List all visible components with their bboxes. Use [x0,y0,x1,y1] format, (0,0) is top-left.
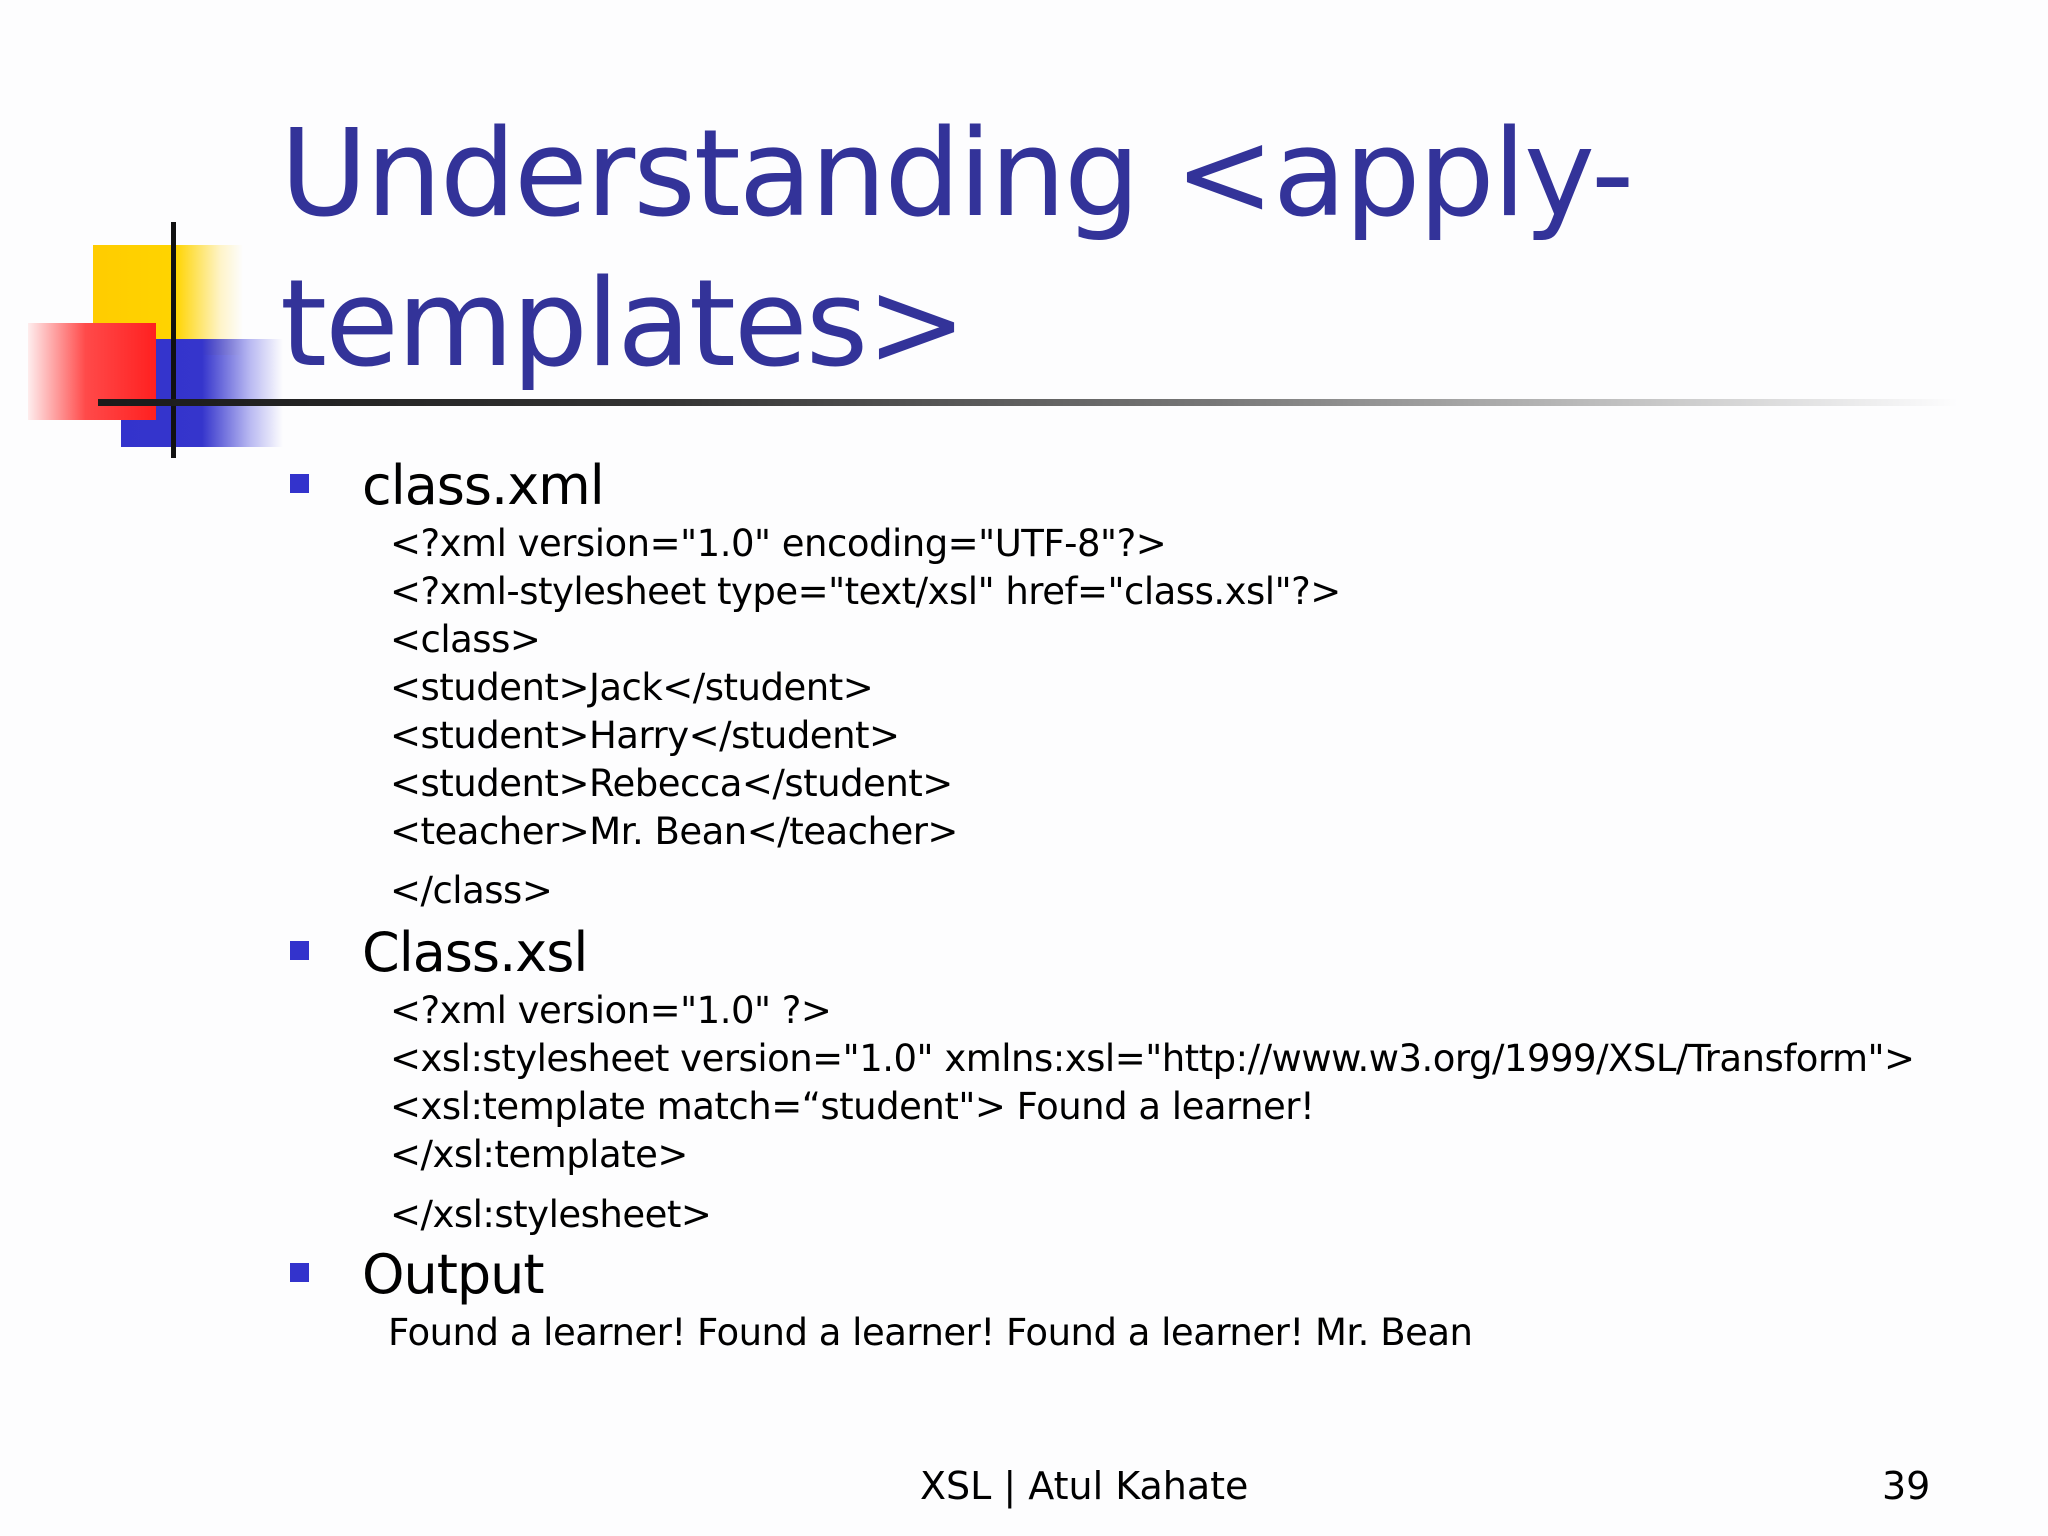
slide-title: Understanding <apply-templates> [280,105,1634,394]
code-line: <student>Harry</student> [390,714,900,757]
code-line: <?xml version="1.0" encoding="UTF-8"?> [390,522,1167,565]
decor-vertical-line [171,222,176,458]
code-line: </xsl:stylesheet> [390,1193,712,1236]
footer-text: XSL | Atul Kahate [920,1464,1249,1508]
bullet-icon [290,1263,309,1282]
section-heading-class-xsl: Class.xsl [362,921,588,984]
bullet-icon [290,474,309,493]
page-number: 39 [1882,1464,1931,1508]
slide: Understanding <apply-templates> class.xm… [0,0,2048,1536]
code-line: <?xml-stylesheet type="text/xsl" href="c… [390,570,1341,613]
output-line: Found a learner! Found a learner! Found … [388,1311,1473,1354]
code-line: <?xml version="1.0" ?> [390,989,832,1032]
section-heading-class-xml: class.xml [362,454,605,517]
code-line: </xsl:template> [390,1133,688,1176]
code-line: <student>Jack</student> [390,666,874,709]
code-line: <xsl:template match=“student"> Found a l… [390,1085,1315,1128]
bullet-icon [290,941,309,960]
title-underline [98,399,1958,406]
code-line: <student>Rebecca</student> [390,762,953,805]
code-line: <class> [390,618,541,661]
code-line: </class> [390,869,553,912]
section-heading-output: Output [362,1243,545,1306]
code-line: <teacher>Mr. Bean</teacher> [390,810,958,853]
code-line: <xsl:stylesheet version="1.0" xmlns:xsl=… [390,1037,1915,1080]
